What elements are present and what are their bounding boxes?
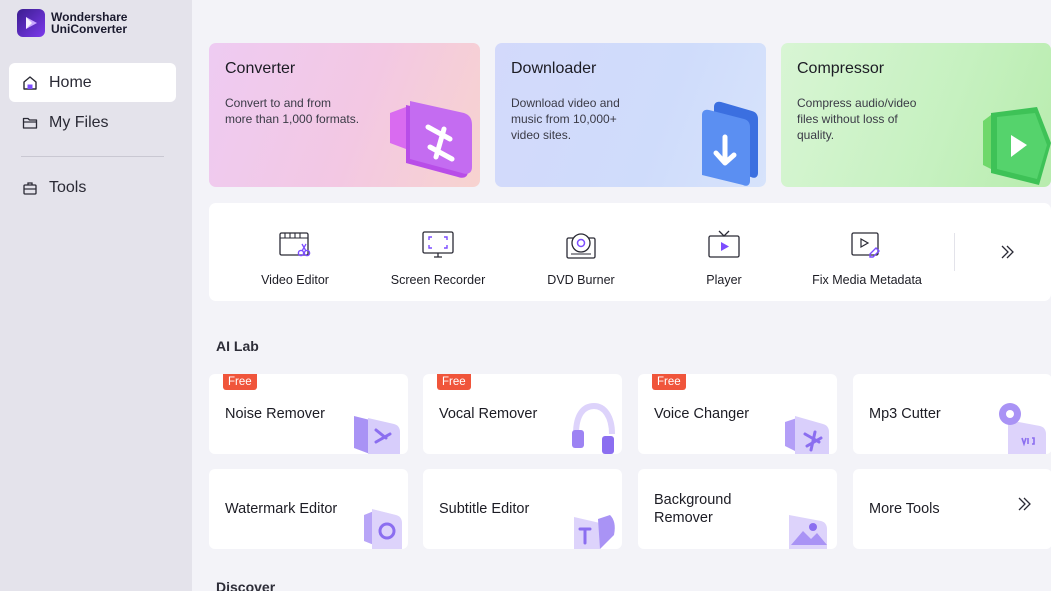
brand: Wondershare UniConverter xyxy=(17,9,127,37)
ai-card-label: Background Remover xyxy=(654,492,732,526)
chevron-double-right-icon xyxy=(1001,245,1014,259)
tool-label: DVD Burner xyxy=(547,273,615,287)
card-title: Downloader xyxy=(511,60,597,77)
player-icon xyxy=(708,230,740,258)
ai-card-subtitle-editor[interactable]: Subtitle Editor xyxy=(423,469,622,549)
headphones-icon xyxy=(572,402,615,454)
folder-icon xyxy=(21,114,38,131)
compressor-card[interactable]: Compressor Compress audio/video files wi… xyxy=(781,43,1051,187)
ai-card-mp3-cutter[interactable]: Mp3 Cutter xyxy=(853,374,1051,454)
mp3-cutter-icon xyxy=(999,403,1046,454)
tool-fix-media-metadata[interactable]: Fix Media Metadata xyxy=(797,203,937,301)
sidebar-item-tools[interactable]: Tools xyxy=(9,168,176,207)
compressor-icon xyxy=(983,107,1051,185)
ai-card-label: Noise Remover xyxy=(225,406,325,422)
tool-screen-recorder[interactable]: Screen Recorder xyxy=(368,203,508,301)
tool-dvd-burner[interactable]: DVD Burner xyxy=(511,203,651,301)
screen-recorder-icon xyxy=(422,231,454,258)
tool-player[interactable]: Player xyxy=(654,203,794,301)
main-content: Converter Convert to and from more than … xyxy=(192,0,1051,591)
subtitle-editor-icon xyxy=(574,515,615,549)
tool-label: Fix Media Metadata xyxy=(812,273,922,287)
ai-card-label: More Tools xyxy=(869,501,940,517)
home-icon xyxy=(21,74,38,91)
ai-card-label: Voice Changer xyxy=(654,406,750,422)
tools-row: Video Editor Screen Recorder DVD Burner xyxy=(209,203,1051,301)
downloader-card[interactable]: Downloader Download video and music from… xyxy=(495,43,766,187)
brand-name: Wondershare UniConverter xyxy=(51,10,128,36)
dvd-burner-icon xyxy=(566,233,596,259)
sidebar-item-label: Home xyxy=(49,73,92,91)
sidebar-item-home[interactable]: Home xyxy=(9,63,176,102)
tool-label: Video Editor xyxy=(261,273,329,287)
ai-card-more-tools[interactable]: More Tools xyxy=(853,469,1051,549)
card-description: Download video and music from 10,000+ vi… xyxy=(511,96,620,142)
sidebar: Wondershare UniConverter Home My Files T… xyxy=(0,0,192,591)
sidebar-divider xyxy=(21,156,164,157)
more-tools-button[interactable] xyxy=(994,239,1020,265)
ai-card-label: Watermark Editor xyxy=(225,501,338,517)
tool-label: Screen Recorder xyxy=(390,273,486,287)
background-remover-icon xyxy=(789,515,827,549)
media-metadata-icon xyxy=(851,232,880,258)
ai-lab-heading: AI Lab xyxy=(216,338,259,354)
card-title: Converter xyxy=(225,60,296,77)
free-badge: Free xyxy=(652,374,686,390)
ai-card-noise-remover[interactable]: Free Noise Remover xyxy=(209,374,408,454)
brand-line-2: UniConverter xyxy=(51,22,128,36)
toolbox-icon xyxy=(21,179,38,196)
ai-card-watermark-editor[interactable]: Watermark Editor xyxy=(209,469,408,549)
ai-card-voice-changer[interactable]: Free Voice Changer xyxy=(638,374,837,454)
ai-card-label: Vocal Remover xyxy=(439,406,538,422)
tool-label: Player xyxy=(706,273,742,287)
ai-card-label: Subtitle Editor xyxy=(439,501,530,517)
app-logo-icon xyxy=(17,9,45,37)
sidebar-item-label: Tools xyxy=(49,178,87,196)
downloader-icon xyxy=(702,101,758,186)
free-badge: Free xyxy=(437,374,471,390)
converter-icon xyxy=(390,101,472,178)
watermark-editor-icon xyxy=(364,509,402,549)
video-editor-icon xyxy=(279,232,311,257)
noise-remover-icon xyxy=(354,416,400,454)
card-description: Compress audio/video files without loss … xyxy=(797,96,917,142)
tools-divider xyxy=(954,233,955,271)
free-badge: Free xyxy=(223,374,257,390)
ai-card-background-remover[interactable]: Background Remover xyxy=(638,469,837,549)
card-description: Convert to and from more than 1,000 form… xyxy=(225,96,360,126)
ai-card-label: Mp3 Cutter xyxy=(869,406,941,422)
sidebar-item-my-files[interactable]: My Files xyxy=(9,103,176,142)
tool-video-editor[interactable]: Video Editor xyxy=(225,203,365,301)
converter-card[interactable]: Converter Convert to and from more than … xyxy=(209,43,480,187)
discover-heading: Discover xyxy=(216,579,276,591)
ai-card-vocal-remover[interactable]: Free Vocal Remover xyxy=(423,374,622,454)
voice-changer-icon xyxy=(785,416,829,454)
sidebar-item-label: My Files xyxy=(49,113,109,131)
chevron-double-right-icon xyxy=(1018,497,1031,511)
card-title: Compressor xyxy=(797,60,885,77)
